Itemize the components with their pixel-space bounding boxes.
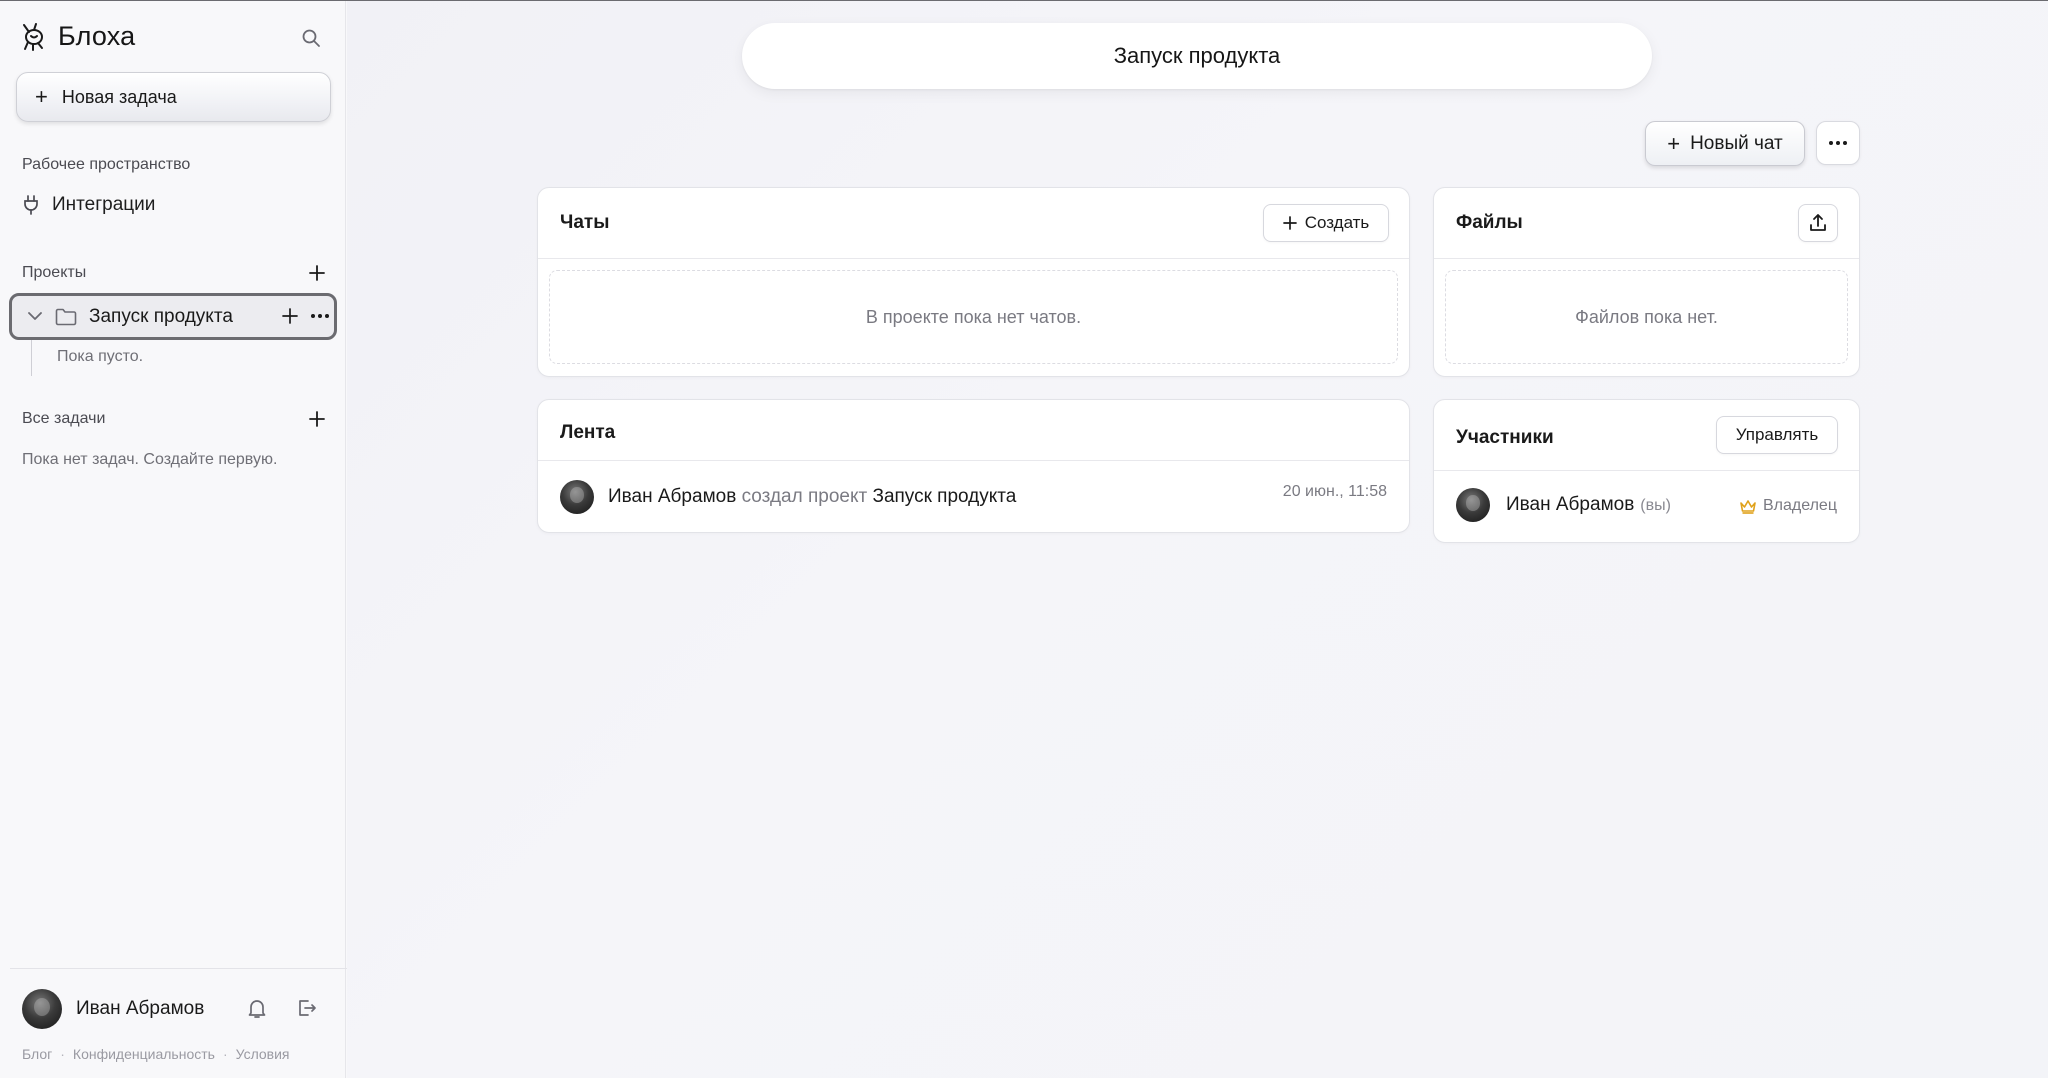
brand-name: Блоха — [58, 21, 136, 51]
blog-link[interactable]: Блог — [22, 1046, 52, 1062]
new-chat-label: Новый чат — [1690, 132, 1783, 154]
member-name: Иван Абрамов — [1506, 494, 1635, 515]
tree-line — [31, 340, 32, 376]
create-label: Создать — [1304, 213, 1370, 232]
sidebar: Блоха + Новая задача Рабочее пространств… — [0, 1, 356, 1078]
avatar — [22, 989, 62, 1029]
feed-action: создал проект — [741, 486, 868, 507]
project-empty-text: Пока пусто. — [57, 348, 144, 365]
crown-icon — [1740, 499, 1756, 514]
new-task-button[interactable]: + Новая задача — [16, 72, 331, 122]
plug-icon — [24, 195, 38, 215]
feed-card: Лента Иван Абрамов создал проект Запуск … — [537, 399, 1410, 533]
separator: · — [222, 1046, 228, 1062]
user-profile[interactable]: Иван Абрамов — [22, 989, 204, 1029]
members-title: Участники — [1456, 427, 1554, 448]
project-name: Запуск продукта — [89, 305, 233, 327]
divider — [10, 968, 356, 969]
folder-icon — [55, 307, 77, 327]
projects-heading: Проекты — [22, 264, 87, 281]
files-card: Файлы Файлов пока нет. — [1433, 187, 1860, 377]
divider — [538, 460, 1409, 461]
all-tasks-heading: Все задачи — [22, 410, 106, 427]
feed-target[interactable]: Запуск продукта — [872, 486, 1016, 507]
sidebar-item-integrations[interactable]: Интеграции — [22, 194, 155, 216]
new-chat-button[interactable]: + Новый чат — [1645, 121, 1805, 166]
chats-card: Чаты Создать В проекте пока нет чатов. — [537, 187, 1410, 377]
divider — [538, 258, 1409, 259]
footer-links: Блог · Конфиденциальность · Условия — [22, 1046, 290, 1062]
member-you-tag: (вы) — [1640, 497, 1671, 514]
sidebar-item-label: Интеграции — [52, 194, 156, 215]
workspace-heading: Рабочее пространство — [22, 156, 191, 173]
chats-empty-state: В проекте пока нет чатов. — [549, 270, 1398, 364]
more-horizontal-icon — [1829, 141, 1847, 145]
divider — [1434, 258, 1859, 259]
upload-icon — [1810, 214, 1826, 231]
more-options-button[interactable] — [1816, 121, 1860, 165]
owner-label: Владелец — [1762, 497, 1837, 514]
feed-title: Лента — [560, 422, 616, 443]
user-name: Иван Абрамов — [76, 998, 205, 1019]
more-horizontal-icon[interactable] — [310, 306, 330, 326]
plus-icon: + — [35, 84, 48, 109]
chevron-down-icon[interactable] — [25, 307, 45, 327]
terms-link[interactable]: Условия — [236, 1046, 290, 1062]
bell-icon[interactable] — [246, 997, 268, 1019]
app-window: Блоха + Новая задача Рабочее пространств… — [0, 0, 2048, 1078]
members-card: Участники Управлять Иван Абрамов (вы) Вла… — [1433, 399, 1860, 543]
feed-item: Иван Абрамов создал проект Запуск продук… — [560, 480, 1016, 514]
manage-members-button[interactable]: Управлять — [1716, 416, 1838, 454]
feed-timestamp: 20 июн., 11:58 — [1282, 483, 1387, 500]
logout-icon[interactable] — [295, 997, 317, 1019]
upload-file-button[interactable] — [1798, 204, 1838, 242]
plus-icon: + — [1667, 130, 1681, 156]
avatar — [560, 480, 594, 514]
main-content: Запуск продукта + Новый чат Чаты Создать… — [347, 1, 2048, 1078]
create-chat-button[interactable]: Создать — [1263, 204, 1389, 242]
separator: · — [60, 1046, 65, 1062]
divider — [1434, 470, 1859, 471]
add-task-button[interactable] — [306, 408, 328, 430]
files-title: Файлы — [1456, 212, 1523, 233]
manage-label: Управлять — [1735, 425, 1819, 444]
avatar — [1456, 488, 1490, 522]
flea-logo-icon — [23, 22, 43, 51]
add-to-project-button[interactable] — [280, 306, 300, 326]
feed-user[interactable]: Иван Абрамов — [608, 486, 736, 507]
member-item: Иван Абрамов (вы) — [1456, 488, 1671, 522]
new-task-label: Новая задача — [61, 86, 177, 107]
search-icon[interactable] — [298, 25, 324, 51]
plus-icon — [1282, 216, 1297, 230]
add-project-button[interactable] — [306, 262, 328, 284]
owner-badge: Владелец — [1739, 497, 1837, 515]
chats-title: Чаты — [560, 212, 610, 233]
tasks-empty-text: Пока нет задач. Создайте первую. — [22, 451, 278, 468]
brand[interactable]: Блоха — [20, 21, 135, 52]
files-empty-state: Файлов пока нет. — [1445, 270, 1848, 364]
privacy-link[interactable]: Конфиденциальность — [73, 1046, 215, 1062]
page-title: Запуск продукта — [742, 23, 1652, 89]
sidebar-project-item[interactable]: Запуск продукта — [9, 293, 337, 340]
